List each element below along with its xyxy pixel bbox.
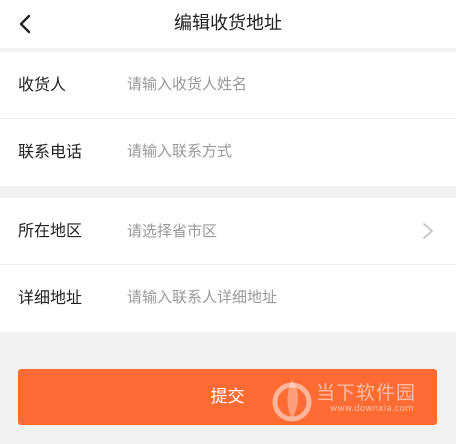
address-card: 所在地区 请选择省市区 详细地址: [0, 198, 456, 332]
region-label: 所在地区: [18, 221, 83, 240]
phone-input[interactable]: [127, 137, 407, 165]
edit-address-page: 编辑收货地址 收货人 联系电话 所在地区 请选择省市区 详细地址 提交: [0, 0, 456, 444]
phone-row: 联系电话: [0, 119, 456, 185]
recipient-row: 收货人: [0, 52, 456, 118]
address-row: 详细地址: [0, 265, 456, 331]
phone-label: 联系电话: [18, 142, 83, 161]
submit-button[interactable]: 提交: [18, 369, 437, 425]
header-bar: 编辑收货地址: [0, 0, 456, 48]
address-label: 详细地址: [18, 288, 83, 307]
recipient-input[interactable]: [127, 70, 407, 98]
region-select[interactable]: 请选择省市区: [127, 220, 217, 242]
contact-info-card: 收货人 联系电话: [0, 52, 456, 186]
page-title: 编辑收货地址: [174, 13, 282, 34]
region-row[interactable]: 所在地区 请选择省市区: [0, 198, 456, 264]
address-input[interactable]: [127, 283, 407, 311]
chevron-right-icon: [423, 223, 433, 239]
recipient-label: 收货人: [18, 75, 67, 94]
